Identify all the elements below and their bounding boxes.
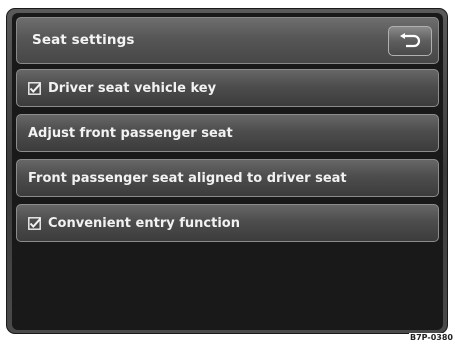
back-button[interactable] (388, 26, 432, 56)
display-screen: Seat settings Driver seat vehicle key Ad… (12, 13, 443, 330)
menu-item-label: Driver seat vehicle key (48, 80, 217, 96)
menu-item-front-passenger-seat-aligned[interactable]: Front passenger seat aligned to driver s… (16, 159, 439, 197)
menu-item-driver-seat-vehicle-key[interactable]: Driver seat vehicle key (16, 69, 439, 107)
figure-reference-code: B7P-0380 (409, 333, 454, 342)
menu-item-adjust-front-passenger-seat[interactable]: Adjust front passenger seat (16, 114, 439, 152)
menu-item-label: Front passenger seat aligned to driver s… (28, 170, 347, 186)
settings-list: Driver seat vehicle key Adjust front pas… (16, 69, 439, 249)
menu-item-convenient-entry-function[interactable]: Convenient entry function (16, 204, 439, 242)
checkbox-checked-icon[interactable] (28, 81, 41, 95)
page-title: Seat settings (32, 32, 135, 48)
header-bar: Seat settings (16, 17, 439, 64)
menu-item-label: Adjust front passenger seat (28, 125, 233, 141)
checkbox-checked-icon[interactable] (28, 216, 41, 230)
menu-item-label: Convenient entry function (48, 215, 240, 231)
return-arrow-icon (400, 33, 421, 48)
